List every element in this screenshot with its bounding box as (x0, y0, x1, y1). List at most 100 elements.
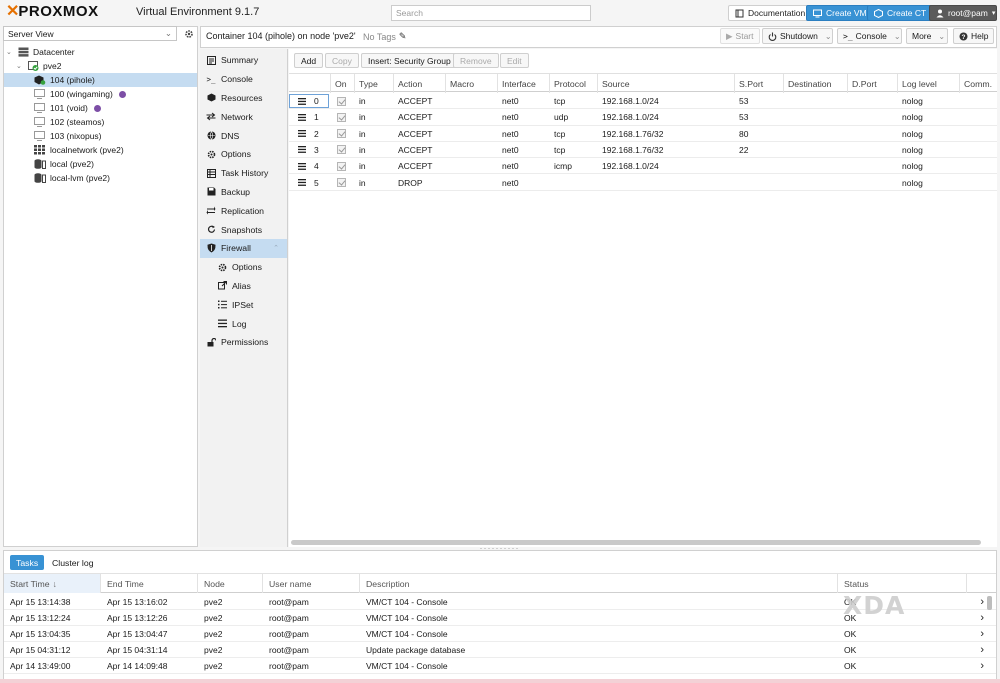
rule-action-cell: ACCEPT (398, 96, 433, 106)
menu-item-firewall[interactable]: Firewall ⌃ (200, 238, 287, 258)
task-row[interactable]: Apr 15 04:31:12 Apr 15 04:31:14 pve2 root@p… (4, 642, 996, 658)
menu-item-options[interactable]: Options (200, 145, 287, 164)
menu-item-alias[interactable]: Alias (200, 277, 287, 296)
tree-item-storage-local[interactable]: local (pve2) (4, 157, 197, 171)
chevron-right-icon[interactable]: › (980, 596, 984, 608)
shutdown-button[interactable]: Shutdown ⌄ (762, 28, 833, 44)
task-user-cell: root@pam (269, 597, 309, 607)
rule-enabled-checkbox[interactable] (337, 129, 346, 139)
menu-item-network[interactable]: Network (200, 107, 287, 126)
tab-tasks[interactable]: Tasks (10, 555, 45, 570)
tree-settings-button[interactable] (181, 26, 197, 41)
rule-row[interactable]: 5 in DROP net0 nolog (289, 175, 997, 191)
col-header-destination[interactable]: Destination (784, 74, 848, 93)
col-header-description[interactable]: Description (360, 574, 838, 593)
console-button[interactable]: >_ Console ⌄ (837, 28, 902, 44)
col-header-start-time[interactable]: Start Time ↓ (4, 574, 101, 593)
menu-item-replication[interactable]: Replication (200, 201, 287, 220)
menu-item-backup[interactable]: Backup (200, 183, 287, 202)
add-rule-button[interactable]: Add (294, 53, 324, 68)
col-header-user[interactable]: User name (263, 574, 360, 593)
chevron-right-icon[interactable]: › (980, 660, 984, 672)
menu-item-log[interactable]: Log (200, 314, 287, 333)
start-button[interactable]: ▶ Start (720, 28, 760, 44)
rule-sport-cell: 53 (739, 96, 749, 106)
rule-row[interactable]: 2 in ACCEPT net0 tcp 192.168.1.76/32 80 nolog (289, 126, 997, 142)
tree-item-storage-local-lvm[interactable]: local-lvm (pve2) (4, 171, 197, 185)
col-header-sport[interactable]: S.Port (735, 74, 784, 93)
task-row[interactable]: Apr 14 13:49:00 Apr 14 14:09:48 pve2 root@p… (4, 658, 996, 674)
col-header-on[interactable]: On (331, 74, 355, 93)
help-button[interactable]: ? Help (953, 28, 995, 44)
backup-icon (206, 187, 216, 196)
drag-handle[interactable]: 2 (289, 127, 329, 141)
tree-item-container-104[interactable]: 104 (pihole) (4, 73, 197, 87)
tree-item-localnetwork[interactable]: localnetwork (pve2) (4, 143, 197, 157)
menu-item-ipset[interactable]: IPSet (200, 295, 287, 314)
tags-editor[interactable]: No Tags ✎ (363, 31, 406, 42)
user-menu-button[interactable]: root@pam ▾ (929, 5, 997, 21)
col-header-source[interactable]: Source (598, 74, 735, 93)
drag-handle[interactable]: 4 (289, 159, 329, 173)
insert-security-group-button[interactable]: Insert: Security Group (361, 53, 458, 68)
col-header-type[interactable]: Type (355, 74, 394, 93)
menu-item-console[interactable]: >_ Console (200, 70, 287, 89)
tree-item-vm-101[interactable]: 101 (void) (4, 101, 197, 115)
rule-iface-cell: net0 (502, 161, 519, 172)
col-header-macro[interactable]: Macro (446, 74, 498, 93)
rule-enabled-checkbox[interactable] (337, 161, 346, 171)
view-selector[interactable]: Server View ⌄ (3, 26, 177, 41)
tree-item-vm-103[interactable]: 103 (nixopus) (4, 129, 197, 143)
menu-item-dns[interactable]: DNS (200, 126, 287, 145)
menu-item-resources[interactable]: Resources (200, 89, 287, 108)
menu-item-summary[interactable]: Summary (200, 51, 287, 70)
menu-item-snapshots[interactable]: Snapshots (200, 220, 287, 239)
rule-enabled-checkbox[interactable] (337, 178, 346, 187)
svg-text:?: ? (962, 34, 966, 41)
horizontal-scrollbar[interactable] (291, 540, 981, 545)
drag-handle[interactable]: 3 (289, 143, 329, 157)
tree-item-vm-100[interactable]: 100 (wingaming) (4, 87, 197, 101)
edit-rule-button[interactable]: Edit (500, 53, 529, 68)
col-header-protocol[interactable]: Protocol (550, 74, 598, 93)
menu-item-permissions[interactable]: Permissions (200, 333, 287, 352)
tree-item-datacenter[interactable]: ⌄ Datacenter (4, 45, 197, 59)
rule-enabled-checkbox[interactable] (337, 112, 346, 122)
col-header-node[interactable]: Node (198, 574, 263, 593)
search-input[interactable]: Search (391, 5, 591, 21)
tab-cluster-log[interactable]: Cluster log (46, 555, 100, 570)
more-button[interactable]: More ⌄ (906, 28, 948, 44)
menu-item-label: Permissions (221, 337, 269, 348)
col-header-action[interactable]: Action (394, 74, 446, 93)
col-header-log-level[interactable]: Log level (898, 74, 960, 93)
col-header-comment[interactable]: Comm. (960, 74, 997, 93)
rule-row[interactable]: 0 in ACCEPT net0 tcp 192.168.1.0/24 53 nolog (289, 93, 997, 110)
rule-row[interactable]: 3 in ACCEPT net0 tcp 192.168.1.76/32 22 nolog (289, 142, 997, 159)
rule-row[interactable]: 1 in ACCEPT net0 udp 192.168.1.0/24 53 nolog (289, 109, 997, 126)
col-header-dport[interactable]: D.Port (848, 74, 898, 93)
chevron-right-icon[interactable]: › (980, 612, 984, 624)
drag-handle[interactable]: 5 (289, 176, 329, 190)
copy-rule-button[interactable]: Copy (325, 53, 359, 68)
create-ct-button[interactable]: Create CT (867, 5, 934, 21)
rule-enabled-checkbox[interactable] (337, 145, 346, 155)
chevron-right-icon[interactable]: › (980, 628, 984, 640)
tree-item-vm-102[interactable]: 102 (steamos) (4, 115, 197, 129)
rule-row[interactable]: 4 in ACCEPT net0 icmp 192.168.1.0/24 nolog (289, 158, 997, 175)
remove-rule-button[interactable]: Remove (453, 53, 499, 68)
col-header-end-time[interactable]: End Time (101, 574, 198, 593)
tree-item-pve2[interactable]: ⌄ pve2 (4, 59, 197, 73)
rule-enabled-checkbox[interactable] (337, 96, 346, 106)
task-row[interactable]: Apr 15 13:04:35 Apr 15 13:04:47 pve2 root@p… (4, 626, 996, 642)
documentation-button[interactable]: Documentation (728, 5, 813, 21)
menu-item-firewall-options[interactable]: Options (200, 258, 287, 277)
col-header-interface[interactable]: Interface (498, 74, 550, 93)
menu-item-task-history[interactable]: Task History (200, 164, 287, 183)
drag-handle[interactable]: 0 (289, 94, 329, 108)
drag-handle[interactable]: 1 (289, 110, 329, 124)
vertical-scrollbar[interactable] (987, 596, 992, 610)
create-vm-button[interactable]: Create VM (806, 5, 874, 21)
terminal-icon: >_ (843, 31, 853, 41)
summary-icon (206, 55, 216, 65)
chevron-right-icon[interactable]: › (980, 644, 984, 656)
